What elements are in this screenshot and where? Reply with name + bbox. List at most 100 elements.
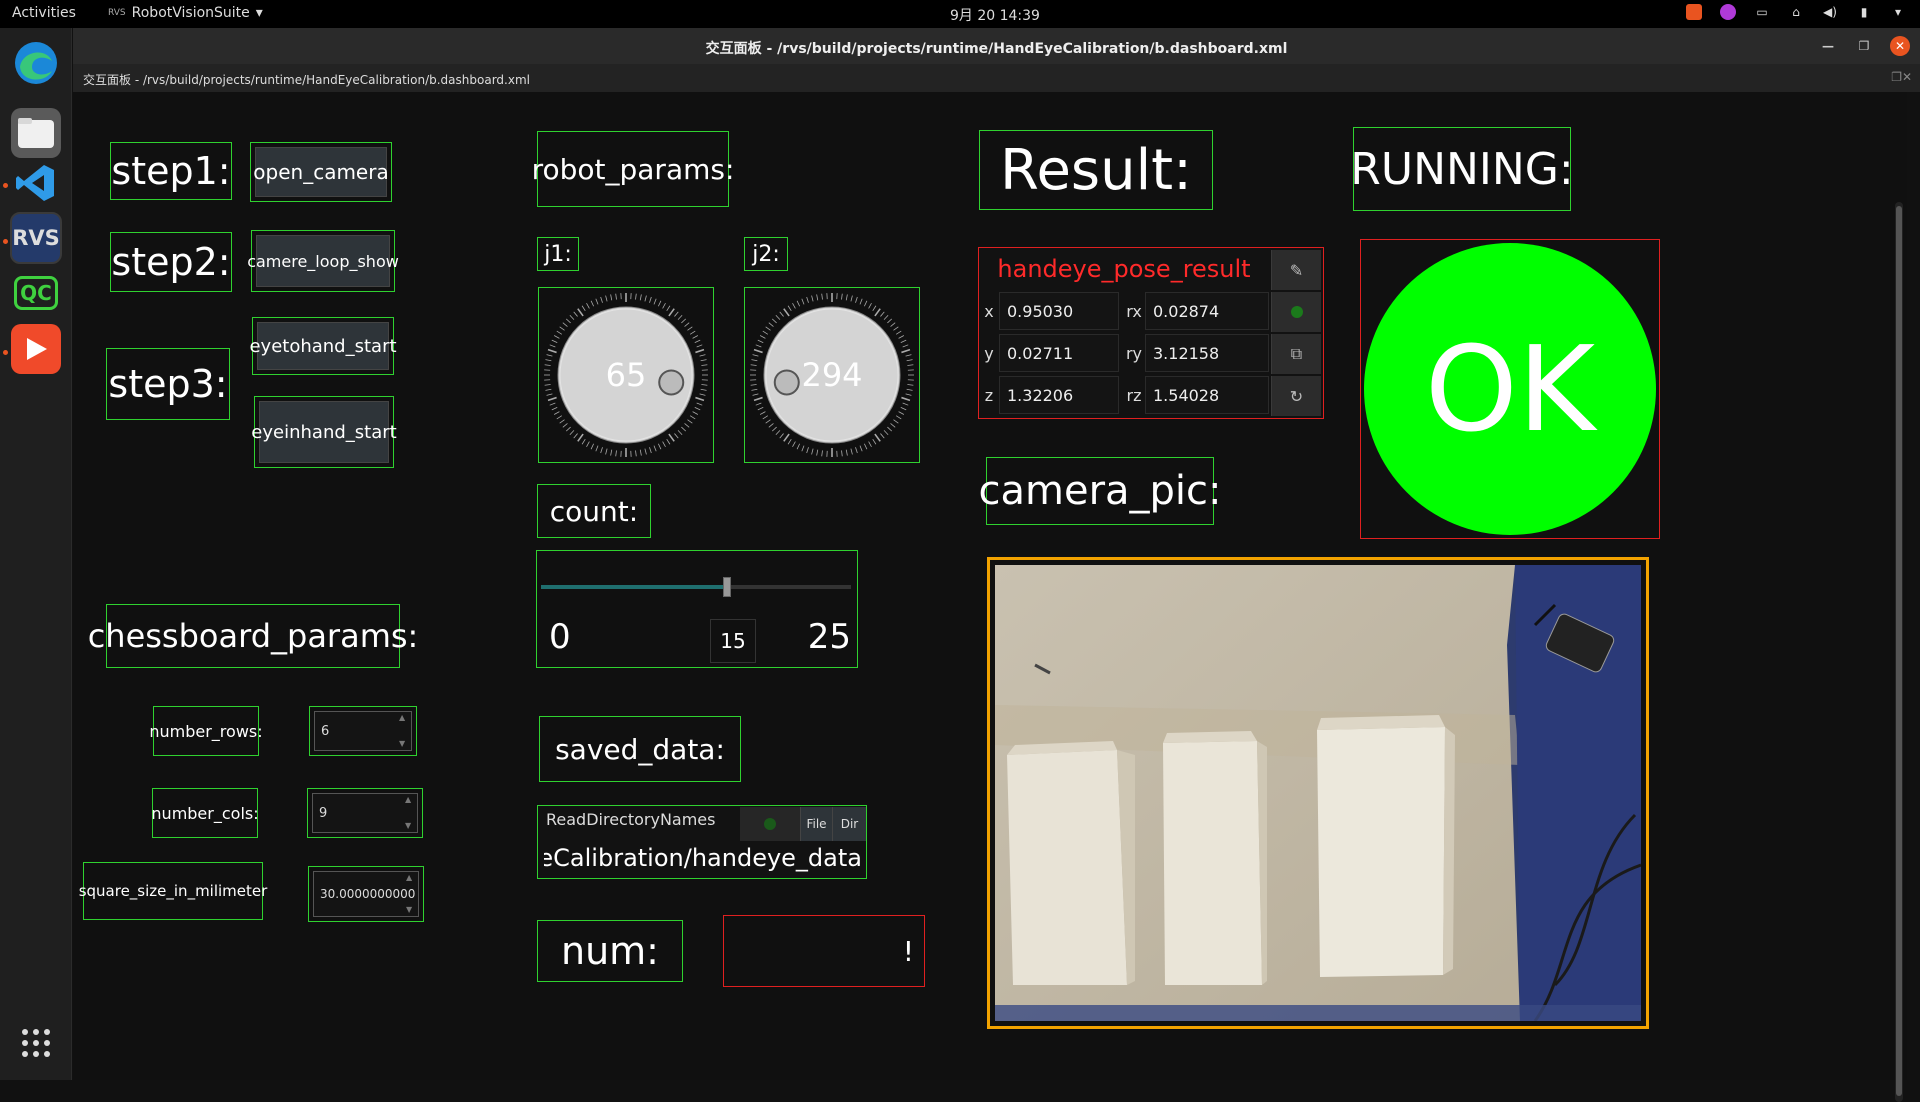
- dial-knob[interactable]: [775, 370, 799, 394]
- show-apps-grid-icon[interactable]: [11, 1018, 61, 1068]
- dial-tick: [566, 427, 570, 431]
- ry-value: 3.12158: [1145, 334, 1269, 372]
- dial-tick: [697, 345, 703, 347]
- j1-label: j1:: [537, 237, 579, 271]
- edit-icon[interactable]: ✎: [1271, 250, 1321, 290]
- j2-dial[interactable]: 294: [745, 288, 919, 462]
- spin-up-icon[interactable]: ▲: [406, 874, 416, 882]
- dial-tick: [557, 416, 562, 419]
- chevron-down-icon[interactable]: ▾: [1890, 4, 1906, 20]
- dial-tick: [700, 355, 706, 356]
- edge-browser-icon[interactable]: [11, 38, 61, 88]
- presenter-tray-icon[interactable]: [1686, 4, 1702, 20]
- rvs-app-icon[interactable]: RVS: [10, 212, 62, 264]
- clock[interactable]: 9月 20 14:39: [950, 5, 1040, 25]
- z-label: z: [979, 386, 999, 405]
- spin-up-icon[interactable]: ▲: [405, 796, 415, 804]
- number-cols-spinbox[interactable]: 9 ▲▼: [307, 788, 423, 838]
- dial-tick: [578, 434, 583, 441]
- j1-dial-box: 65: [538, 287, 714, 463]
- scrollbar-thumb[interactable]: [1896, 206, 1902, 1096]
- vertical-scrollbar[interactable]: [1895, 202, 1903, 1102]
- number-rows-field[interactable]: 6 ▲▼: [314, 711, 412, 751]
- app-menu[interactable]: RVS RobotVisionSuite ▾: [108, 5, 263, 21]
- dial-tick: [817, 294, 818, 300]
- refresh-icon[interactable]: ↻: [1271, 376, 1321, 416]
- spin-arrows[interactable]: ▲▼: [399, 714, 409, 748]
- activities-button[interactable]: Activities: [12, 5, 76, 21]
- dial-tick: [875, 309, 880, 316]
- num-display: !: [723, 915, 925, 987]
- rx-label: rx: [1123, 302, 1145, 321]
- count-slider-track[interactable]: [541, 585, 851, 589]
- dial-tick: [907, 385, 913, 386]
- camere-loop-show-button[interactable]: camere_loop_show: [251, 230, 395, 292]
- copy-icon[interactable]: ⧉: [1271, 334, 1321, 374]
- dial-tick: [893, 420, 898, 424]
- saved-data-path[interactable]: dEyeCalibration/handeye_data: [544, 844, 862, 876]
- file-button[interactable]: File: [800, 807, 832, 841]
- dial-tick: [751, 360, 757, 361]
- dial-tick: [901, 407, 906, 410]
- dial-tick: [907, 389, 913, 390]
- presenter-app-icon[interactable]: [11, 324, 61, 374]
- count-slider-handle[interactable]: [723, 577, 731, 597]
- close-icon[interactable]: ✕: [1890, 36, 1910, 56]
- number-rows-spinbox[interactable]: 6 ▲▼: [309, 706, 417, 756]
- dial-tick: [907, 365, 913, 366]
- spin-up-icon[interactable]: ▲: [399, 714, 409, 722]
- float-restore-icon[interactable]: ❐✕: [1891, 70, 1912, 84]
- number-cols-field[interactable]: 9 ▲▼: [312, 793, 418, 833]
- dir-button[interactable]: Dir: [832, 807, 866, 841]
- color-picker-tray-icon[interactable]: [1720, 4, 1736, 20]
- square-size-field[interactable]: 30.0000000000 ▲▼: [313, 871, 419, 917]
- open-camera-button[interactable]: open_camera: [250, 142, 392, 202]
- eyeinhand-start-button[interactable]: eyeinhand_start: [254, 396, 394, 468]
- number-cols-label: number_cols:: [152, 788, 258, 838]
- files-icon[interactable]: [11, 108, 61, 158]
- rz-label: rz: [1123, 386, 1145, 405]
- dial-tick: [864, 444, 867, 449]
- j2-value: 294: [801, 356, 862, 394]
- keyboard-icon[interactable]: ▭: [1754, 4, 1770, 20]
- qc-app-icon[interactable]: QC: [11, 268, 61, 318]
- dial-tick: [601, 297, 603, 303]
- dial-knob[interactable]: [659, 370, 683, 394]
- restore-icon[interactable]: ❐: [1854, 36, 1874, 56]
- app-badge: RVS: [108, 8, 126, 18]
- dial-tick: [880, 434, 884, 439]
- dial-tick: [884, 430, 888, 434]
- window-title-bar[interactable]: 交互面板 - /rvs/build/projects/runtime/HandE…: [73, 28, 1920, 64]
- dial-tick: [681, 319, 685, 323]
- dial-tick: [640, 450, 641, 456]
- system-tray: ▭ ⌂ ◀) ▮ ▾: [1686, 4, 1906, 20]
- eyetohand-start-button[interactable]: eyetohand_start: [252, 317, 394, 375]
- spin-arrows[interactable]: ▲▼: [406, 874, 416, 914]
- dial-tick: [678, 315, 682, 319]
- dial-tick: [695, 350, 704, 353]
- dial-tick: [842, 450, 843, 456]
- spin-arrows[interactable]: ▲▼: [405, 796, 415, 830]
- dial-tick: [616, 450, 617, 456]
- dial-tick: [887, 427, 891, 431]
- battery-icon[interactable]: ▮: [1856, 4, 1872, 20]
- dial-tick: [674, 312, 678, 317]
- vscode-icon[interactable]: [11, 158, 61, 208]
- dial-tick: [554, 412, 559, 415]
- spin-down-icon[interactable]: ▼: [399, 740, 409, 748]
- dial-tick: [802, 446, 804, 452]
- volume-icon[interactable]: ◀): [1822, 4, 1838, 20]
- network-icon[interactable]: ⌂: [1788, 4, 1804, 20]
- square-size-spinbox[interactable]: 30.0000000000 ▲▼: [308, 866, 424, 922]
- dial-tick: [893, 327, 898, 331]
- spin-down-icon[interactable]: ▼: [406, 906, 416, 914]
- dial-tick: [649, 297, 651, 303]
- status-indicator: [740, 807, 800, 841]
- spin-down-icon[interactable]: ▼: [405, 822, 415, 830]
- minimize-icon[interactable]: —: [1818, 36, 1838, 56]
- j1-dial[interactable]: 65: [539, 288, 713, 462]
- dial-tick: [869, 303, 872, 308]
- dial-tick: [601, 447, 603, 453]
- dial-tick: [873, 306, 876, 311]
- dial-tick: [566, 319, 570, 323]
